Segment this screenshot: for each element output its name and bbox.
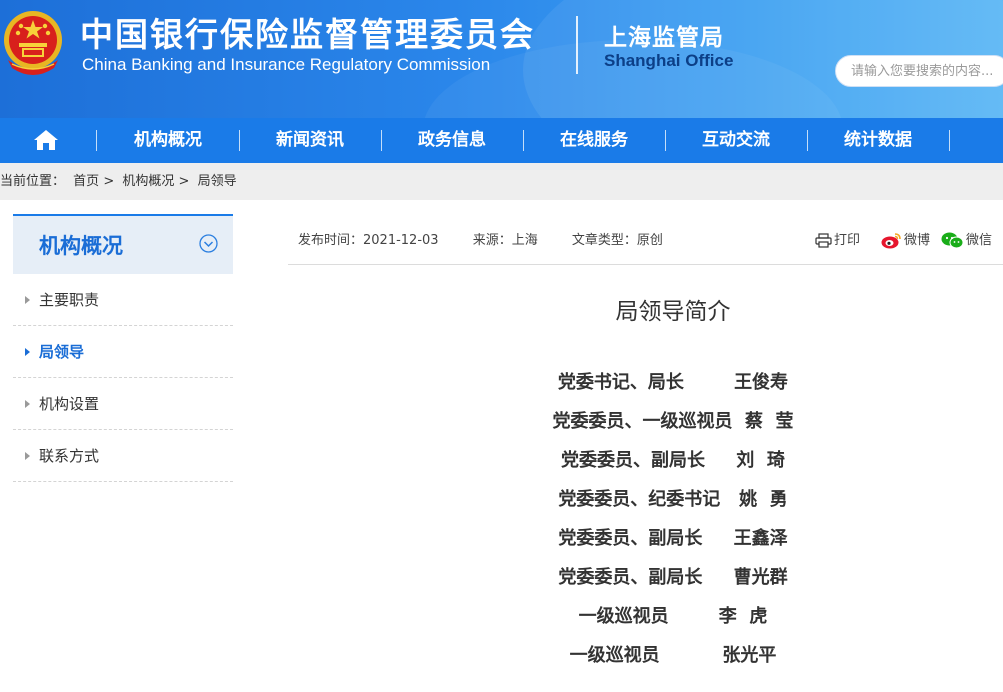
sidebar-item-label: 联系方式 — [39, 447, 100, 465]
article-meta: 发布时间：2021-12-03 来源：上海 文章类型：原创 — [298, 229, 693, 248]
nav-item-government[interactable]: 政务信息 — [381, 118, 523, 163]
weibo-label: 微博 — [904, 233, 931, 248]
triangle-right-icon — [25, 400, 30, 408]
nav-item-statistics[interactable]: 统计数据 — [807, 118, 949, 163]
publish-time: 发布时间：2021-12-03 — [298, 233, 439, 248]
wechat-share-button[interactable]: 微信 — [941, 229, 992, 249]
chevron-down-icon[interactable] — [199, 234, 218, 253]
sidebar-header: 机构概况 — [13, 214, 233, 274]
home-icon[interactable] — [33, 129, 59, 151]
leader-row: 党委委员、副局长 王鑫泽 — [288, 524, 1003, 550]
office-name-cn: 上海监管局 — [604, 25, 724, 51]
sidebar-item-label: 机构设置 — [39, 395, 100, 413]
sidebar-item-leaders[interactable]: 局领导 — [13, 326, 233, 378]
sidebar-item-contact[interactable]: 联系方式 — [13, 430, 233, 482]
site-title-cn: 中国银行保险监督管理委员会 — [80, 15, 535, 54]
leader-name: 张光平 — [722, 645, 777, 666]
search-input[interactable] — [836, 56, 1003, 86]
print-label: 打印 — [834, 233, 861, 248]
wechat-label: 微信 — [966, 233, 993, 248]
breadcrumb-separator: > — [178, 174, 190, 189]
meta-divider — [288, 264, 1003, 265]
search-box — [835, 55, 1003, 87]
office-name-en: Shanghai Office — [604, 51, 734, 70]
sidebar-item-structure[interactable]: 机构设置 — [13, 378, 233, 430]
sidebar-item-responsibilities[interactable]: 主要职责 — [13, 274, 233, 326]
leader-name: 李 虎 — [718, 606, 768, 627]
leader-name: 刘 琦 — [736, 450, 785, 471]
leader-name: 蔡 莹 — [745, 411, 794, 432]
printer-icon — [815, 233, 832, 248]
nav-item-online-service[interactable]: 在线服务 — [523, 118, 665, 163]
leader-position: 党委书记、局长 — [557, 372, 684, 393]
weibo-icon — [881, 233, 901, 249]
sidebar-title: 机构概况 — [39, 234, 123, 258]
wechat-icon — [941, 232, 964, 249]
breadcrumb-separator: > — [103, 174, 115, 189]
breadcrumb: 当前位置： 首页 > 机构概况 > 局领导 — [0, 163, 1003, 200]
breadcrumb-label: 当前位置： — [0, 174, 66, 189]
leader-row: 一级巡视员 李 虎 — [288, 602, 1003, 628]
print-button[interactable]: 打印 — [815, 229, 860, 248]
nav-item-jigou[interactable]: 机构概况 — [97, 118, 239, 163]
site-title-en: China Banking and Insurance Regulatory C… — [82, 55, 491, 74]
nav-item-interaction[interactable]: 互动交流 — [665, 118, 807, 163]
leader-position: 一级巡视员 — [578, 606, 669, 627]
leader-row: 党委委员、纪委书记 姚 勇 — [288, 485, 1003, 511]
triangle-right-icon — [25, 452, 30, 460]
leader-row: 党委委员、副局长 曹光群 — [288, 563, 1003, 589]
article-source: 来源：上海 — [472, 233, 538, 248]
sidebar-item-label: 主要职责 — [39, 291, 100, 309]
main-nav: 机构概况 新闻资讯 政务信息 在线服务 互动交流 统计数据 — [0, 118, 1003, 163]
header-divider — [576, 16, 578, 74]
leader-name: 姚 勇 — [739, 489, 788, 510]
leader-position: 一级巡视员 — [569, 645, 660, 666]
weibo-share-button[interactable]: 微博 — [881, 229, 930, 249]
leader-position: 党委委员、副局长 — [558, 528, 703, 549]
leader-position: 党委委员、副局长 — [561, 450, 706, 471]
leader-row: 党委书记、局长 王俊寿 — [288, 368, 1003, 394]
leader-position: 党委委员、副局长 — [558, 567, 703, 588]
national-emblem-icon — [4, 11, 62, 75]
leader-row: 一级巡视员 张光平 — [288, 641, 1003, 667]
leader-name: 王鑫泽 — [733, 528, 788, 549]
leader-position: 党委委员、纪委书记 — [558, 489, 721, 510]
leader-position: 党委委员、一级巡视员 — [552, 411, 733, 432]
breadcrumb-jigou[interactable]: 机构概况 — [122, 174, 174, 189]
breadcrumb-home[interactable]: 首页 — [73, 174, 99, 189]
leader-name: 曹光群 — [733, 567, 788, 588]
triangle-right-icon — [25, 348, 30, 356]
sidebar-item-label: 局领导 — [39, 343, 85, 361]
article-title: 局领导简介 — [615, 299, 731, 325]
leader-name: 王俊寿 — [734, 372, 789, 393]
nav-item-news[interactable]: 新闻资讯 — [239, 118, 381, 163]
leader-row: 党委委员、一级巡视员 蔡 莹 — [288, 407, 1003, 433]
article-type: 文章类型：原创 — [571, 233, 663, 248]
leader-row: 党委委员、副局长 刘 琦 — [288, 446, 1003, 472]
breadcrumb-leaders[interactable]: 局领导 — [198, 174, 237, 189]
triangle-right-icon — [25, 296, 30, 304]
site-header: 中国银行保险监督管理委员会 China Banking and Insuranc… — [0, 0, 1003, 118]
